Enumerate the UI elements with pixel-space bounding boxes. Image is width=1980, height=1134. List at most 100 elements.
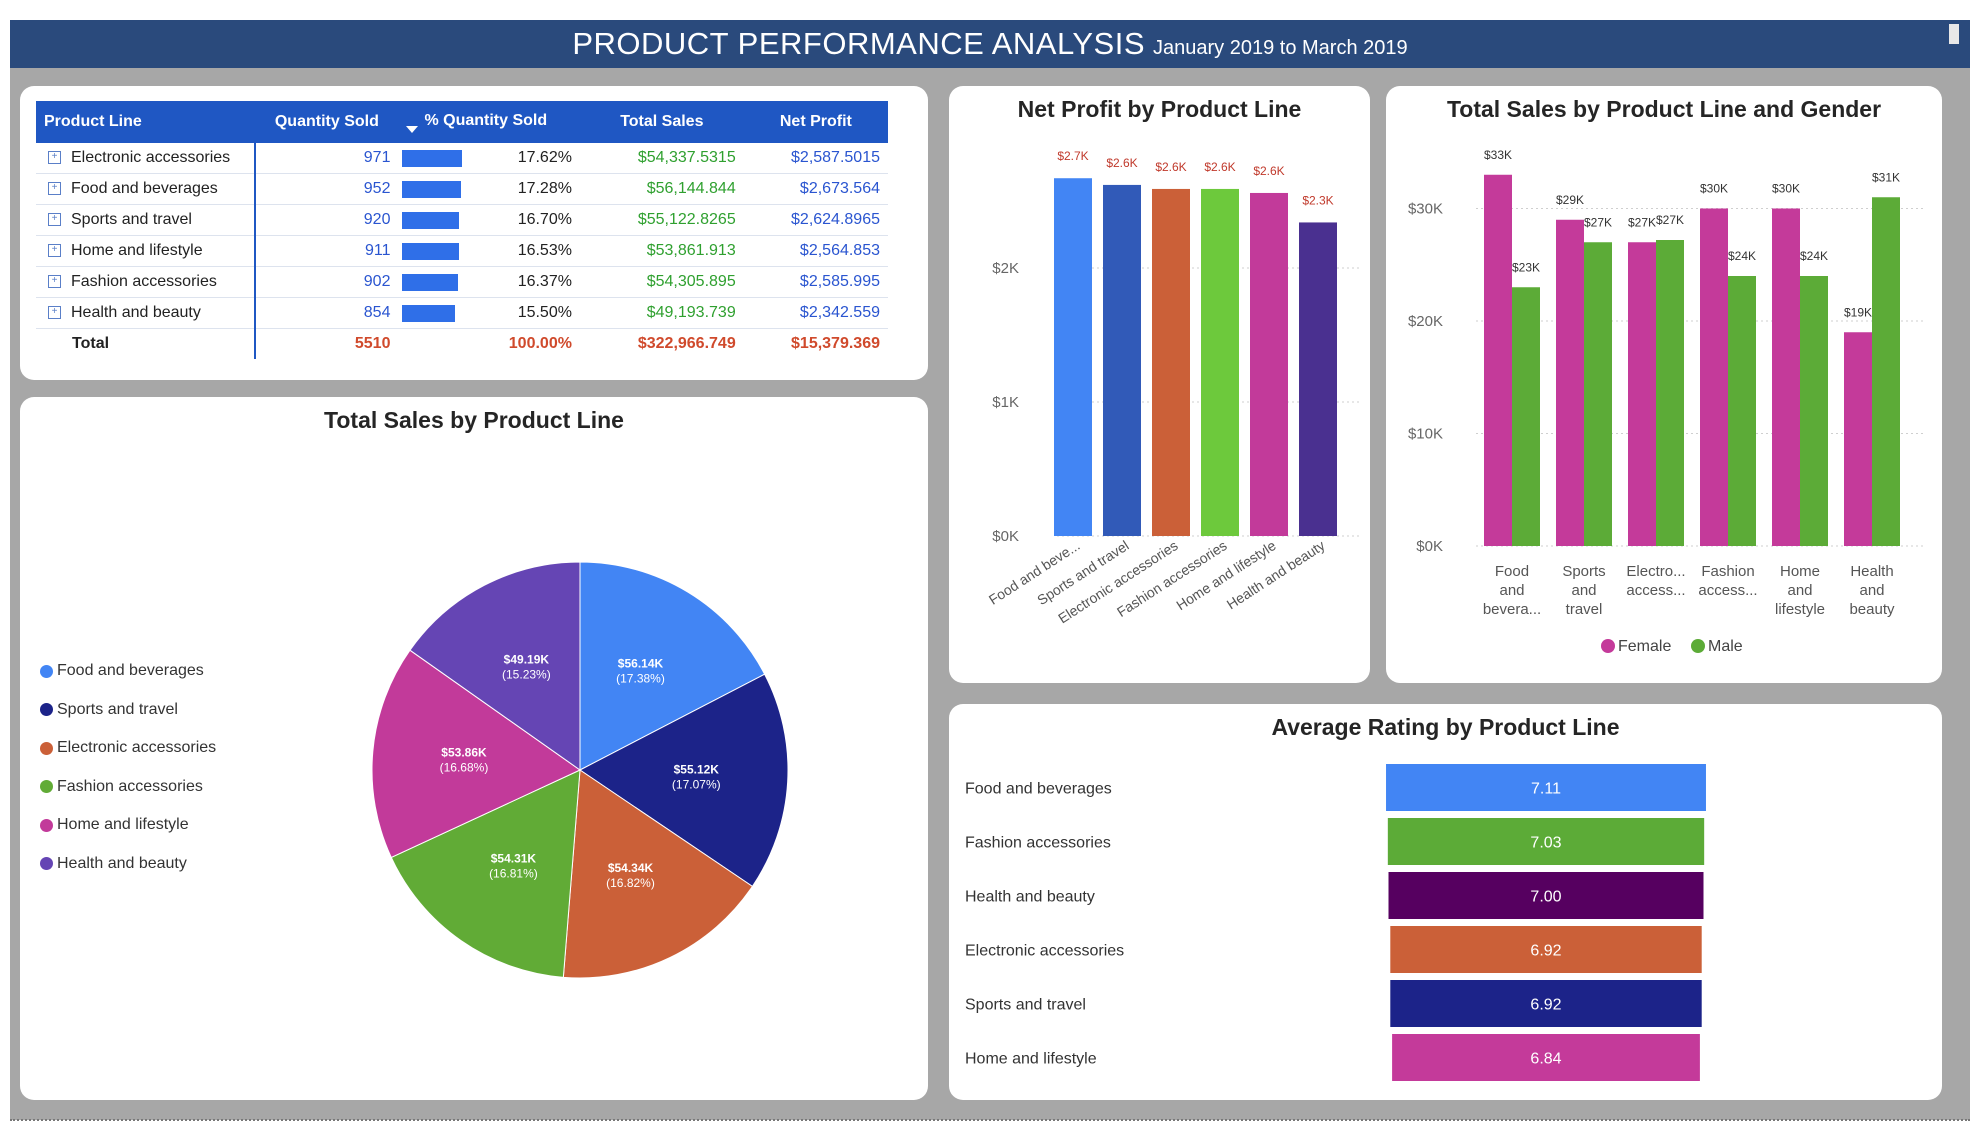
legend-label[interactable]: Female [1618,638,1671,655]
bar-value-label: 7.00 [1530,889,1561,906]
expand-icon[interactable]: + [48,306,61,320]
page-divider [10,1119,1970,1121]
pie-legend-item[interactable]: Home and lifestyle [40,816,189,834]
legend-label[interactable]: Male [1708,638,1743,655]
pie-slice-label: $54.34K [608,861,654,875]
product-line-label: Food and beverages [71,180,218,197]
bar-value-label: 6.92 [1530,997,1561,1014]
table-row[interactable]: + Home and lifestyle 911 16.53% $53,861.913 $… [36,235,888,267]
x-tick-label: lifestyle [1775,601,1825,618]
pie-legend-item[interactable]: Health and beauty [40,855,187,873]
legend-label: Food and beverages [57,662,204,679]
bar-value-label: $2.6K [1155,160,1186,174]
cell-pct-quantity: 16.53% [398,235,580,267]
col-header-total-sales[interactable]: Total Sales [579,101,744,143]
col-header-net-profit[interactable]: Net Profit [743,101,888,143]
legend-dot [40,741,53,755]
x-tick-label: and [1859,582,1884,599]
gender-bar[interactable] [1872,197,1900,546]
y-category-label: Sports and travel [965,997,1086,1014]
x-tick-label: Electro... [1626,563,1685,580]
x-tick-label: and [1499,582,1524,599]
gender-chart: $0K $10K $20K $30K $33K $23K Food and bevera... $… [1408,148,1926,655]
col-header-product-line[interactable]: Product Line [36,101,256,143]
col-header-pct-quantity-sold[interactable]: % Quantity Sold [398,101,580,143]
gender-bar[interactable] [1772,208,1800,547]
gender-bar[interactable] [1700,208,1728,547]
expand-icon[interactable]: + [48,151,61,165]
gender-bar[interactable] [1844,332,1872,546]
cell-net-profit: $2,673.564 [743,173,888,205]
cell-product-line: + Sports and travel [36,204,257,236]
x-tick-label: access... [1626,582,1685,599]
bar-value-label: $2.6K [1204,160,1235,174]
x-tick-label: access... [1698,582,1757,599]
gender-bar[interactable] [1800,276,1828,546]
gender-bar[interactable] [1656,240,1684,546]
cell-product-line: + Health and beauty [36,297,257,329]
net-profit-bar[interactable] [1152,188,1190,536]
table-row[interactable]: + Sports and travel 920 16.70% $55,122.8265 $… [36,204,888,236]
pct-value: 17.28% [517,180,572,197]
y-category-label: Electronic accessories [965,943,1124,960]
dashboard: PRODUCT PERFORMANCE ANALYSIS January 201… [0,0,1980,1134]
gender-bar[interactable] [1628,242,1656,546]
pie-title: Total Sales by Product Line [324,407,624,433]
gender-bar[interactable] [1484,174,1512,546]
x-tick-label: Food [1495,563,1529,580]
cell-total-sales: $55,122.8265 [579,204,744,236]
net-profit-bar[interactable] [1054,178,1092,536]
pct-data-bar [402,150,463,167]
x-tick-label: Health [1850,563,1893,580]
cell-net-profit: $2,342.559 [743,297,888,329]
cell-pct-quantity: 16.37% [398,266,580,298]
pie-legend-item[interactable]: Fashion accessories [40,778,203,796]
pie-legend-item[interactable]: Food and beverages [40,662,204,680]
cell-total-sales: $54,337.5315 [579,143,744,174]
pct-data-bar [402,243,459,260]
pie-legend-item[interactable]: Electronic accessories [40,739,216,757]
cell-pct-quantity: 16.70% [398,204,580,236]
pie-legend-item[interactable]: Sports and travel [40,701,178,719]
table-row[interactable]: + Food and beverages 952 17.28% $56,144.844 $… [36,173,888,205]
net-profit-chart: $0K$1K$2K$2.7KFood and beve...$2.6KSport… [986,149,1359,626]
pct-value: 16.70% [517,211,572,228]
table-row[interactable]: + Fashion accessories 902 16.37% $54,305.895… [36,266,888,298]
cell-quantity-sold: 854 [255,297,399,329]
total-pct: 100.00% [508,335,572,352]
expand-icon[interactable]: + [48,182,61,196]
net-profit-bar[interactable] [1201,188,1239,536]
expand-icon[interactable]: + [48,244,61,258]
bar-value-label: 6.84 [1530,1051,1561,1068]
product-line-label: Home and lifestyle [71,242,203,259]
y-category-label: Health and beauty [965,889,1095,906]
x-tick-label: Home [1780,563,1820,580]
expand-icon[interactable]: + [48,213,61,227]
col-header-quantity-sold[interactable]: Quantity Sold [255,101,399,143]
gender-bar[interactable] [1728,276,1756,546]
bar-value-label: $30K [1700,182,1728,196]
bar-value-label: $27K [1656,213,1684,227]
net-profit-bar[interactable] [1299,222,1337,536]
gender-bar[interactable] [1512,287,1540,546]
legend-label: Health and beauty [57,854,187,872]
cell-total-sales: $49,193.739 [579,297,744,329]
pie-slice-label: $54.31K [491,852,537,866]
cell-quantity-sold: 971 [255,143,399,174]
gender-bar[interactable] [1556,219,1584,546]
net-profit-bar[interactable] [1250,192,1288,536]
x-tick-label: and [1787,582,1812,599]
gender-bar[interactable] [1584,242,1612,546]
pie-slice-pct: (16.68%) [440,761,489,775]
bar-value-label: 6.92 [1530,943,1561,960]
product-line-label: Fashion accessories [71,273,217,290]
expand-icon[interactable]: + [48,275,61,289]
table-row[interactable]: + Health and beauty 854 15.50% $49,193.739 $2… [36,297,888,329]
net-profit-bar[interactable] [1103,184,1141,537]
pie-slice-pct: (15.23%) [502,668,551,682]
cell-product-line: + Fashion accessories [36,266,257,298]
scrollbar-handle[interactable] [1949,24,1959,44]
table-row[interactable]: + Electronic accessories 971 17.62% $54,337.… [36,143,888,174]
cell-product-line: + Food and beverages [36,173,257,205]
cell-total-sales: $56,144.844 [579,173,744,205]
